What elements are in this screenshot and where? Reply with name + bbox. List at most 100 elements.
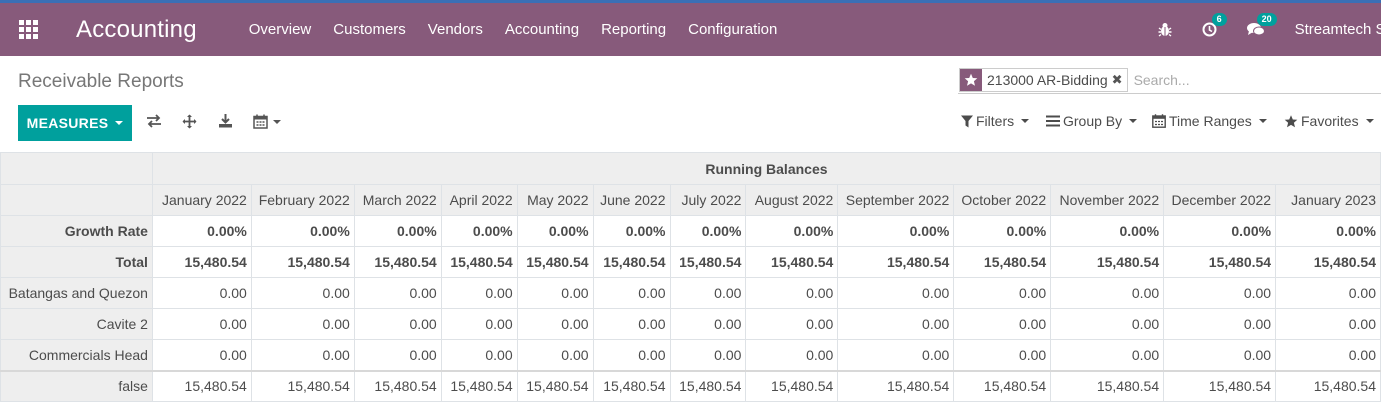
pivot-column-header[interactable]: December 2022 xyxy=(1163,184,1277,216)
pivot-cell[interactable]: 0.00 xyxy=(953,277,1052,309)
pivot-cell[interactable]: 0.00 xyxy=(745,277,839,309)
pivot-cell[interactable]: 0.00 xyxy=(953,339,1052,371)
menu-item-reporting[interactable]: Reporting xyxy=(601,21,666,38)
pivot-cell[interactable]: 15,480.54 xyxy=(516,246,594,278)
apps-menu-button[interactable] xyxy=(0,3,56,56)
app-brand[interactable]: Accounting xyxy=(76,16,197,44)
pivot-cell[interactable]: 15,480.54 xyxy=(837,369,955,402)
pivot-column-header[interactable]: November 2022 xyxy=(1050,184,1165,216)
download-button[interactable] xyxy=(218,114,233,128)
pivot-cell[interactable]: 0.00 xyxy=(353,339,442,371)
pivot-cell[interactable]: 0.00 xyxy=(151,308,252,340)
pivot-cell[interactable]: 0.00% xyxy=(353,215,442,247)
pivot-cell[interactable]: 0.00% xyxy=(953,215,1052,247)
pivot-cell[interactable]: 0.00 xyxy=(837,277,955,309)
measures-button[interactable]: MEASURES xyxy=(18,105,132,141)
pivot-cell[interactable]: 0.00% xyxy=(250,215,355,247)
search-input[interactable] xyxy=(1133,71,1334,88)
pivot-cell[interactable]: 15,480.54 xyxy=(1050,246,1165,278)
pivot-cell[interactable]: 0.00 xyxy=(440,308,518,340)
pivot-cell[interactable]: 0.00% xyxy=(516,215,594,247)
pivot-cell[interactable]: 15,480.54 xyxy=(1275,246,1381,278)
group-by-dropdown[interactable]: Group By xyxy=(1046,113,1138,129)
pivot-cell[interactable]: 0.00 xyxy=(516,308,594,340)
pivot-cell[interactable]: 15,480.54 xyxy=(353,369,442,402)
pivot-cell[interactable]: 0.00 xyxy=(1275,308,1381,340)
pivot-cell[interactable]: 0.00 xyxy=(745,339,839,371)
pivot-cell[interactable]: 0.00 xyxy=(669,339,747,371)
pivot-column-header[interactable]: June 2022 xyxy=(592,184,671,216)
pivot-column-header[interactable]: February 2022 xyxy=(250,184,355,216)
pivot-cell[interactable]: 0.00 xyxy=(837,308,955,340)
pivot-cell[interactable]: 0.00 xyxy=(440,277,518,309)
pivot-column-header[interactable]: March 2022 xyxy=(353,184,442,216)
pivot-column-header[interactable]: April 2022 xyxy=(440,184,518,216)
pivot-cell[interactable]: 15,480.54 xyxy=(250,246,355,278)
pivot-cell[interactable]: 0.00% xyxy=(592,215,671,247)
pivot-cell[interactable]: 0.00 xyxy=(250,339,355,371)
pivot-cell[interactable]: 0.00 xyxy=(592,339,671,371)
pivot-cell[interactable]: 0.00 xyxy=(745,308,839,340)
pivot-cell[interactable]: 0.00 xyxy=(250,308,355,340)
comparison-button[interactable] xyxy=(253,114,281,129)
pivot-cell[interactable]: 0.00 xyxy=(592,308,671,340)
filters-dropdown[interactable]: Filters xyxy=(961,113,1030,129)
pivot-cell[interactable]: 15,480.54 xyxy=(592,246,671,278)
expand-all-button[interactable] xyxy=(182,114,197,129)
pivot-cell[interactable]: 15,480.54 xyxy=(1275,369,1381,402)
pivot-cell[interactable]: 0.00 xyxy=(250,277,355,309)
pivot-cell[interactable]: 0.00 xyxy=(440,339,518,371)
menu-item-customers[interactable]: Customers xyxy=(333,21,406,38)
pivot-column-header[interactable]: August 2022 xyxy=(745,184,839,216)
pivot-row-header[interactable]: Total xyxy=(0,246,153,278)
pivot-cell[interactable]: 15,480.54 xyxy=(440,369,518,402)
pivot-cell[interactable]: 0.00 xyxy=(669,308,747,340)
pivot-cell[interactable]: 15,480.54 xyxy=(151,369,252,402)
pivot-cell[interactable]: 0.00% xyxy=(837,215,955,247)
pivot-cell[interactable]: 15,480.54 xyxy=(669,246,747,278)
pivot-cell[interactable]: 15,480.54 xyxy=(745,246,839,278)
search-facet[interactable]: 213000 AR-Bidding ✖ xyxy=(959,67,1128,92)
activity-button[interactable]: 6 xyxy=(1202,13,1227,37)
pivot-cell[interactable]: 0.00 xyxy=(669,277,747,309)
flip-axis-button[interactable] xyxy=(146,114,162,128)
pivot-cell[interactable]: 0.00 xyxy=(1050,339,1165,371)
pivot-cell[interactable]: 0.00 xyxy=(151,339,252,371)
pivot-cell[interactable]: 0.00 xyxy=(1163,339,1277,371)
pivot-cell[interactable]: 15,480.54 xyxy=(1163,246,1277,278)
pivot-row-header[interactable]: Batangas and Quezon xyxy=(0,277,153,309)
pivot-cell[interactable]: 0.00% xyxy=(1163,215,1277,247)
pivot-column-header[interactable]: January 2023 xyxy=(1275,184,1381,216)
pivot-row-header[interactable]: Cavite 2 xyxy=(0,308,153,340)
pivot-column-header[interactable]: July 2022 xyxy=(669,184,747,216)
pivot-cell[interactable]: 15,480.54 xyxy=(592,369,671,402)
pivot-column-header[interactable]: September 2022 xyxy=(837,184,955,216)
pivot-cell[interactable]: 15,480.54 xyxy=(1163,369,1277,402)
menu-item-accounting[interactable]: Accounting xyxy=(505,21,579,38)
pivot-cell[interactable]: 0.00 xyxy=(1275,277,1381,309)
favorites-dropdown[interactable]: Favorites xyxy=(1284,113,1374,129)
pivot-cell[interactable]: 15,480.54 xyxy=(250,369,355,402)
pivot-cell[interactable]: 15,480.54 xyxy=(353,246,442,278)
pivot-cell[interactable]: 0.00 xyxy=(1163,277,1277,309)
pivot-cell[interactable]: 15,480.54 xyxy=(837,246,955,278)
pivot-cell[interactable]: 15,480.54 xyxy=(953,246,1052,278)
pivot-measure-header[interactable]: Running Balances xyxy=(151,152,1381,185)
remove-facet-icon[interactable]: ✖ xyxy=(1112,72,1127,88)
pivot-cell[interactable]: 0.00% xyxy=(1275,215,1381,247)
pivot-cell[interactable]: 0.00 xyxy=(1050,277,1165,309)
pivot-cell[interactable]: 0.00% xyxy=(745,215,839,247)
company-switcher[interactable]: Streamtech Sy xyxy=(1295,21,1381,38)
pivot-column-header[interactable]: October 2022 xyxy=(953,184,1052,216)
pivot-cell[interactable]: 0.00 xyxy=(151,277,252,309)
menu-item-configuration[interactable]: Configuration xyxy=(688,21,777,38)
pivot-cell[interactable]: 15,480.54 xyxy=(440,246,518,278)
pivot-cell[interactable]: 15,480.54 xyxy=(151,246,252,278)
debug-button[interactable] xyxy=(1158,22,1172,37)
pivot-cell[interactable]: 0.00 xyxy=(953,308,1052,340)
pivot-cell[interactable]: 0.00% xyxy=(669,215,747,247)
time-ranges-dropdown[interactable]: Time Ranges xyxy=(1152,113,1267,129)
pivot-cell[interactable]: 0.00% xyxy=(440,215,518,247)
pivot-column-header[interactable]: May 2022 xyxy=(516,184,594,216)
menu-item-overview[interactable]: Overview xyxy=(249,21,312,38)
